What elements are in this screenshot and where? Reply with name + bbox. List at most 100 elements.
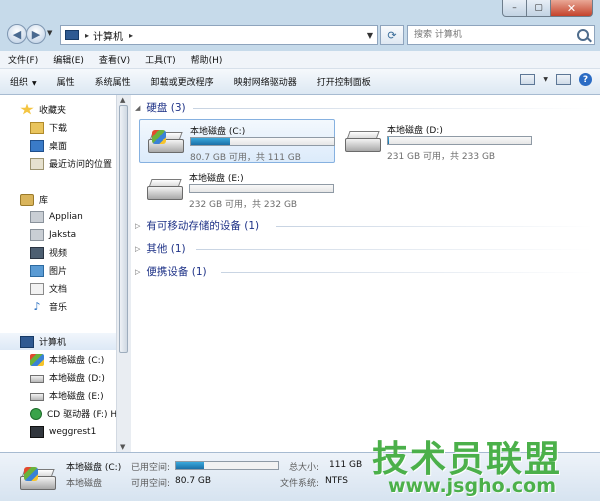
menu-edit[interactable]: 编辑(E) — [45, 53, 91, 66]
folder-icon — [30, 228, 44, 241]
chevron-down-icon: ▼ — [32, 80, 37, 87]
music-note-icon: ♪ — [33, 299, 41, 313]
nav-lib-documents[interactable]: 文档 — [30, 280, 67, 297]
nav-recent-places[interactable]: 最近访问的位置 — [30, 155, 112, 172]
drive-usage-bar — [189, 184, 334, 193]
properties-button[interactable]: 属性 — [47, 75, 85, 88]
breadcrumb-computer[interactable]: 计算机 — [93, 28, 123, 43]
video-icon — [30, 246, 44, 259]
back-button[interactable]: ◀ — [7, 24, 27, 44]
favorites-star-icon — [20, 103, 34, 115]
map-network-drive-button[interactable]: 映射网络驱动器 — [224, 75, 307, 88]
uninstall-program-button[interactable]: 卸载或更改程序 — [141, 75, 224, 88]
nav-network-weggrest1[interactable]: weggrest1 — [30, 423, 96, 440]
computer-icon — [20, 335, 34, 348]
group-removable-storage[interactable]: ▷ 有可移动存储的设备 (1) — [135, 218, 259, 233]
group-other[interactable]: ▷ 其他 (1) — [135, 241, 186, 256]
menu-view[interactable]: 查看(V) — [91, 53, 137, 66]
search-icon[interactable] — [577, 29, 589, 41]
minimize-button[interactable]: – — [502, 0, 527, 17]
drive-tile-e[interactable]: 本地磁盘 (E:) 232 GB 可用，共 232 GB — [139, 167, 335, 211]
nav-label: 桌面 — [49, 142, 68, 152]
nav-label: 图片 — [49, 267, 68, 277]
nav-lib-pictures[interactable]: 图片 — [30, 262, 67, 279]
usage-fill — [176, 462, 204, 469]
nav-drive-e[interactable]: 本地磁盘 (E:) — [30, 387, 104, 404]
back-arrow-icon: ◀ — [12, 27, 22, 41]
group-divider — [196, 249, 593, 250]
watermark-url: www.jsgho.com — [388, 475, 556, 497]
hard-drive-icon — [30, 374, 44, 383]
nav-label: 文档 — [49, 285, 68, 295]
nav-label: 本地磁盘 (D:) — [49, 374, 105, 384]
scroll-up-icon[interactable]: ▲ — [120, 96, 125, 104]
nav-desktop[interactable]: 桌面 — [30, 137, 67, 154]
details-total-value: 111 GB — [329, 460, 363, 470]
desktop-icon — [30, 139, 44, 152]
scroll-down-icon[interactable]: ▼ — [120, 443, 125, 451]
drive-size-text: 80.7 GB 可用，共 111 GB — [190, 153, 301, 163]
organize-button[interactable]: 组织 ▼ — [0, 75, 47, 88]
nav-label: 本地磁盘 (E:) — [49, 392, 104, 402]
downloads-folder-icon — [30, 121, 44, 134]
open-control-panel-button[interactable]: 打开控制面板 — [307, 75, 381, 88]
drive-tile-d[interactable]: 本地磁盘 (D:) 231 GB 可用，共 233 GB — [337, 119, 533, 163]
nav-drive-f[interactable]: CD 驱动器 (F:) H — [30, 405, 116, 422]
nav-drive-d[interactable]: 本地磁盘 (D:) — [30, 369, 105, 386]
nav-computer[interactable]: 计算机 — [0, 333, 116, 350]
address-dropdown-icon[interactable]: ▼ — [367, 31, 373, 40]
computer-icon — [65, 30, 79, 40]
nav-label: weggrest1 — [49, 426, 97, 437]
nav-lib-videos[interactable]: 视频 — [30, 244, 67, 261]
drive-usage-bar — [190, 137, 335, 146]
nav-lib-applian[interactable]: Applian — [30, 208, 83, 225]
group-portable-devices[interactable]: ▷ 便携设备 (1) — [135, 264, 207, 279]
system-properties-button[interactable]: 系统属性 — [85, 75, 141, 88]
refresh-button[interactable]: ⟳ — [380, 25, 404, 45]
drive-usage-bar — [387, 136, 532, 145]
maximize-button[interactable]: ▢ — [527, 0, 551, 17]
drive-name: 本地磁盘 (D:) — [387, 126, 443, 136]
details-fs-value: NTFS — [325, 476, 348, 486]
search-box[interactable] — [407, 25, 595, 45]
nav-label: 收藏夹 — [39, 106, 67, 116]
breadcrumb-chevron-icon[interactable]: ▸ — [129, 31, 133, 40]
details-used-label: 已用空间: — [131, 463, 171, 473]
address-bar[interactable]: ▸ 计算机 ▸ ▼ — [60, 25, 378, 45]
search-input[interactable] — [408, 26, 580, 44]
menu-file[interactable]: 文件(F) — [0, 53, 45, 66]
help-icon[interactable]: ? — [579, 73, 592, 86]
group-title: 便携设备 (1) — [146, 266, 207, 278]
forward-button[interactable]: ▶ — [26, 24, 46, 44]
organize-label: 组织 — [10, 78, 29, 88]
nav-label: CD 驱动器 (F:) H — [47, 410, 116, 420]
details-total-label: 总大小: — [289, 463, 320, 473]
scrollbar-thumb[interactable] — [119, 105, 128, 353]
nav-scrollbar[interactable]: ▲ ▼ — [116, 95, 131, 452]
nav-downloads[interactable]: 下载 — [30, 119, 67, 136]
forward-arrow-icon: ▶ — [31, 27, 41, 41]
change-view-icon[interactable] — [520, 74, 536, 85]
view-dropdown-icon[interactable]: ▼ — [543, 76, 548, 83]
drive-tile-c[interactable]: 本地磁盘 (C:) 80.7 GB 可用，共 111 GB — [139, 119, 335, 163]
nav-label: 最近访问的位置 — [49, 160, 113, 170]
nav-drive-c[interactable]: 本地磁盘 (C:) — [30, 351, 104, 368]
preview-pane-icon[interactable] — [556, 74, 571, 85]
collapsed-icon: ▷ — [135, 267, 141, 276]
caption-buttons: – ▢ ✕ — [502, 0, 593, 17]
menu-tools[interactable]: 工具(T) — [137, 53, 183, 66]
nav-label: 库 — [39, 196, 49, 206]
library-icon — [20, 193, 34, 206]
explorer-window: – ▢ ✕ ◀ ▶ ▼ ▸ 计算机 ▸ ▼ ⟳ 文件(F) 编辑(E) 查看(V… — [0, 0, 600, 501]
breadcrumb-separator-icon[interactable]: ▸ — [85, 31, 89, 40]
nav-libraries[interactable]: 库 — [20, 191, 48, 208]
system-drive-icon — [30, 353, 44, 366]
nav-lib-music[interactable]: ♪ 音乐 — [30, 298, 67, 315]
nav-lib-jaksta[interactable]: Jaksta — [30, 226, 76, 243]
details-free-value: 80.7 GB — [175, 476, 212, 486]
group-hard-disks[interactable]: ◢ 硬盘 (3) — [135, 100, 186, 115]
recent-pages-dropdown[interactable]: ▼ — [47, 29, 52, 37]
nav-favorites[interactable]: 收藏夹 — [20, 101, 66, 118]
menu-help[interactable]: 帮助(H) — [183, 53, 230, 66]
close-button[interactable]: ✕ — [551, 0, 593, 17]
